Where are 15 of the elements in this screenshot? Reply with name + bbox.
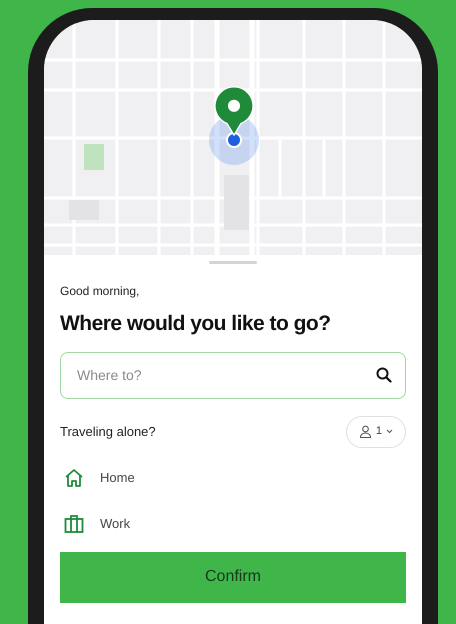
confirm-button[interactable]: Confirm xyxy=(60,552,406,602)
search-icon[interactable] xyxy=(376,366,392,382)
drag-handle[interactable] xyxy=(209,261,257,264)
saved-place-link[interactable]: Home xyxy=(100,468,135,488)
briefcase-icon xyxy=(64,514,84,534)
saved-place-link[interactable]: Work xyxy=(100,514,130,534)
heading: Where would you like to go? xyxy=(60,311,332,337)
greeting-text: Good morning, xyxy=(60,283,140,300)
travel-question: Traveling alone? xyxy=(60,422,156,441)
house-icon xyxy=(64,468,84,488)
map-pin-icon xyxy=(214,86,254,136)
caret-icon xyxy=(386,429,393,434)
search-field[interactable]: Where to? xyxy=(60,352,406,398)
person-icon xyxy=(358,425,372,438)
passenger-dropdown[interactable]: 1 xyxy=(346,416,406,448)
